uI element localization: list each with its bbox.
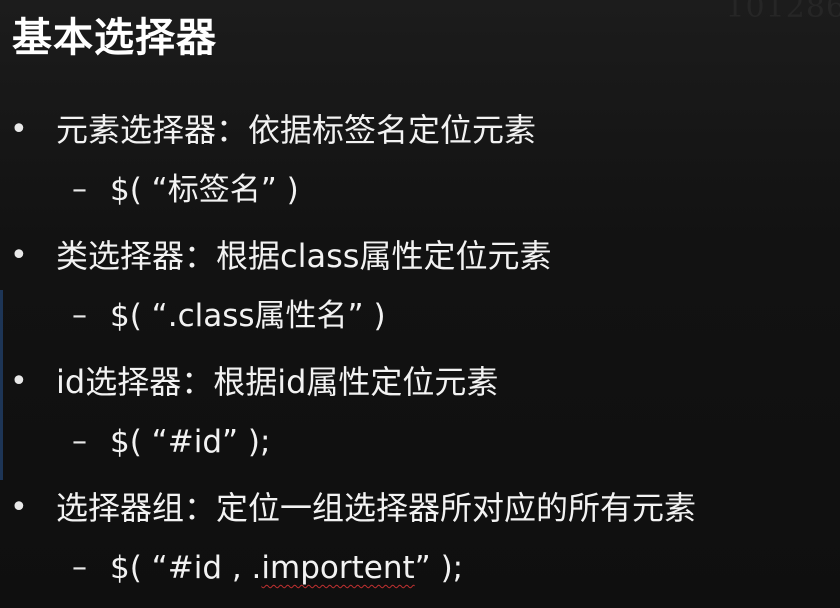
dash-icon: – [72,172,87,207]
sub-bullet-text: $( “#id” ); [110,424,271,460]
bullet-dot-icon: • [10,364,28,399]
bullet-dot-icon: • [10,490,28,525]
dash-icon: – [72,298,87,333]
dash-icon: – [72,550,87,585]
bullet-text: 元素选择器：依据标签名定位元素 [56,111,537,149]
spellcheck-flagged-word: importent [261,550,415,586]
bullet-list: • 元素选择器：依据标签名定位元素 – $( “标签名” ) • 类选择器：根据… [0,100,840,604]
list-item-id-selector: • id选择器：根据id属性定位元素 – $( “#id” ); [0,352,840,478]
sub-bullet-text: $( “#id , .importent” ); [110,538,463,598]
slide-title: 基本选择器 [12,15,217,61]
bullet-dot-icon: • [10,238,28,273]
bullet-text: 类选择器：根据class属性定位元素 [56,237,552,275]
slide: 101286 基本选择器 • 元素选择器：依据标签名定位元素 – $( “标签名… [0,0,840,608]
list-item-element-selector: • 元素选择器：依据标签名定位元素 – $( “标签名” ) [0,100,840,226]
dash-icon: – [72,424,87,459]
list-item-selector-group: • 选择器组：定位一组选择器所对应的所有元素 – $( “#id , .impo… [0,478,840,604]
bullet-text: id选择器：根据id属性定位元素 [56,363,499,401]
code-suffix: ” ); [414,550,464,586]
watermark-number: 101286 [725,0,840,25]
bullet-text: 选择器组：定位一组选择器所对应的所有元素 [56,489,697,527]
bullet-dot-icon: • [10,112,28,147]
sub-bullet-text: $( “标签名” ) [110,172,299,208]
list-item-class-selector: • 类选择器：根据class属性定位元素 – $( “.class属性名” ) [0,226,840,352]
sub-bullet-text: $( “.class属性名” ) [110,298,386,334]
code-prefix: $( “#id , . [110,550,262,586]
